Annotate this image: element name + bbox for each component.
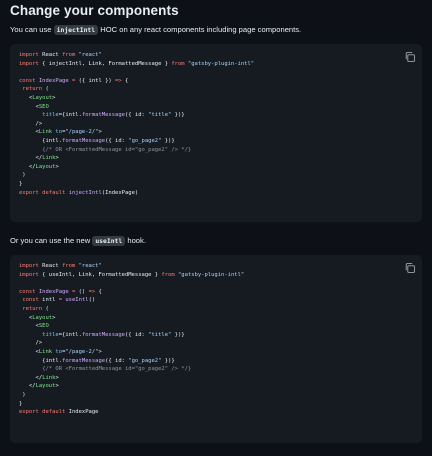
code-line: export default injectIntl(IndexPage)	[19, 189, 139, 196]
code-line: import React from "react"	[19, 263, 102, 269]
inline-code-injectintl: injectIntl	[53, 25, 99, 35]
hook-paragraph: Or you can use the new useIntl hook.	[10, 236, 146, 246]
code-block-injectintl: import React from "react" import { injec…	[10, 44, 422, 222]
code-line: <Layout>	[19, 94, 56, 101]
intro-paragraph: You can use injectIntl HOC on any react …	[10, 25, 302, 35]
code-line: const intl = useIntl()	[22, 297, 96, 304]
code-line: title={intl.formatMessage({ id: "title" …	[42, 331, 185, 338]
code-line: return (	[22, 305, 49, 312]
code-line: />	[19, 340, 43, 347]
code-line: />	[19, 120, 43, 127]
code-line: </Layout>	[19, 383, 59, 390]
code-line: import { useIntl, Link, FormattedMessage…	[19, 271, 245, 278]
code-line: </Link>	[19, 155, 59, 162]
intro-text-before: You can use	[10, 25, 54, 34]
copy-icon	[405, 51, 416, 63]
code-line: return (	[22, 86, 49, 93]
code-line: export default IndexPage	[19, 409, 99, 416]
code-line: }	[19, 180, 23, 187]
inline-code-useintl: useIntl	[92, 236, 126, 246]
code-block-useintl: import React from "react" import { useIn…	[10, 255, 422, 443]
code-line: title={intl.formatMessage({ id: "title" …	[42, 112, 185, 119]
code-line: <Link to="/page-2/">	[19, 129, 102, 136]
copy-button[interactable]	[404, 261, 416, 274]
code-line: )	[19, 172, 26, 179]
code-line: import React from "react"	[19, 52, 102, 58]
copy-button[interactable]	[404, 50, 416, 63]
code-line: <SEO	[19, 323, 49, 330]
code-line: </Link>	[19, 374, 59, 381]
intro-text-after: HOC on any react components including pa…	[98, 25, 302, 34]
code-line: {/* OR <FormattedMessage id="go_page2" /…	[42, 366, 192, 373]
code-line: const IndexPage = () => {	[19, 288, 102, 295]
code-line: {/* OR <FormattedMessage id="go_page2" /…	[42, 146, 192, 153]
code-line: }	[19, 400, 23, 407]
copy-icon	[405, 262, 416, 274]
hook-text-after: hook.	[125, 236, 146, 245]
code-line: import { injectIntl, Link, FormattedMess…	[19, 60, 255, 67]
code-line: <Layout>	[19, 314, 56, 321]
code-content: import React from "react" import { useIn…	[19, 262, 422, 417]
readme-section: Change your components You can use injec…	[0, 0, 432, 456]
code-line: </Layout>	[19, 163, 59, 170]
code-line: {intl.formatMessage({ id: "go_page2" })}	[19, 137, 175, 144]
code-content: import React from "react" import { injec…	[19, 51, 422, 197]
code-line: const IndexPage = ({ intl }) => {	[19, 77, 129, 84]
code-line: {intl.formatMessage({ id: "go_page2" })}	[19, 357, 175, 364]
section-heading: Change your components	[10, 3, 179, 18]
code-line: )	[19, 391, 26, 398]
code-line: <SEO	[19, 103, 49, 110]
hook-text-before: Or you can use the new	[10, 236, 93, 245]
code-line: <Link to="/page-2/">	[19, 348, 102, 355]
